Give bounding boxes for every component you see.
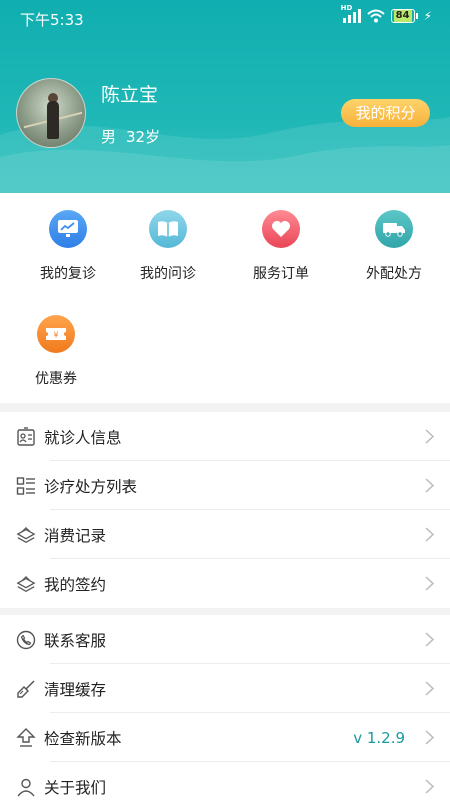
menu-item-patient-info[interactable]: 就诊人信息 bbox=[0, 412, 450, 461]
quick-action-label: 外配处方 bbox=[366, 266, 422, 282]
list-icon bbox=[16, 476, 36, 496]
my-points-button[interactable]: 我的积分 bbox=[341, 99, 430, 127]
avatar[interactable] bbox=[16, 78, 86, 148]
quick-action-coupons[interactable]: ¥ 优惠券 bbox=[0, 315, 112, 388]
quick-action-label: 优惠券 bbox=[35, 371, 77, 387]
menu-item-about-us[interactable]: 关于我们 bbox=[0, 762, 450, 800]
menu-item-label: 清理缓存 bbox=[44, 680, 107, 699]
profile-header: 下午5:33 HD 84 ⚡ 陈立宝 男 32岁 我的积分 bbox=[0, 0, 450, 193]
broom-icon bbox=[16, 679, 36, 699]
menu-item-prescription-list[interactable]: 诊疗处方列表 bbox=[0, 461, 450, 510]
upload-arrow-icon bbox=[16, 727, 36, 748]
chevron-right-icon bbox=[425, 632, 434, 647]
delivery-truck-icon bbox=[375, 210, 413, 248]
quick-action-label: 我的复诊 bbox=[40, 266, 96, 282]
menu-item-label: 关于我们 bbox=[44, 778, 107, 797]
quick-action-label: 我的问诊 bbox=[140, 266, 196, 282]
phone-icon bbox=[16, 630, 36, 650]
menu-item-purchase-history[interactable]: 消费记录 bbox=[0, 510, 450, 559]
quick-actions-grid: 我的复诊 我的问诊 服务订单 外配处方 ¥ 优惠券 bbox=[0, 193, 450, 403]
menu-item-label: 消费记录 bbox=[44, 526, 107, 545]
chevron-right-icon bbox=[425, 576, 434, 591]
cellular-signal-icon: HD bbox=[341, 4, 361, 23]
menu-item-contact-support[interactable]: 联系客服 bbox=[0, 615, 450, 664]
user-gender: 男 bbox=[101, 128, 117, 146]
user-icon bbox=[16, 777, 36, 797]
id-card-icon bbox=[16, 426, 36, 447]
user-name: 陈立宝 bbox=[101, 84, 159, 106]
stack-icon bbox=[16, 574, 36, 594]
menu-item-label: 我的签约 bbox=[44, 575, 107, 594]
quick-action-external-prescription[interactable]: 外配处方 bbox=[338, 210, 450, 283]
menu-item-clear-cache[interactable]: 清理缓存 bbox=[0, 664, 450, 713]
chevron-right-icon bbox=[425, 681, 434, 696]
user-meta: 男 32岁 bbox=[101, 126, 160, 147]
svg-text:¥: ¥ bbox=[53, 331, 58, 340]
wifi-icon bbox=[366, 9, 385, 23]
stack-icon bbox=[16, 525, 36, 545]
app-version: v 1.2.9 bbox=[353, 728, 405, 747]
battery-icon: 84 bbox=[390, 9, 418, 23]
menu-item-check-update[interactable]: 检查新版本 v 1.2.9 bbox=[0, 713, 450, 762]
monitor-chart-icon bbox=[49, 210, 87, 248]
menu-item-label: 就诊人信息 bbox=[44, 428, 122, 447]
menu-section-account: 就诊人信息 诊疗处方列表 消费记录 我的签约 bbox=[0, 412, 450, 608]
coupon-ticket-icon: ¥ bbox=[37, 315, 75, 353]
network-type: HD bbox=[340, 4, 353, 12]
chevron-right-icon bbox=[425, 527, 434, 542]
menu-item-label: 检查新版本 bbox=[44, 729, 122, 748]
chevron-right-icon bbox=[425, 429, 434, 444]
quick-action-follow-up[interactable]: 我的复诊 bbox=[12, 210, 124, 283]
menu-item-label: 诊疗处方列表 bbox=[44, 477, 138, 496]
status-bar: 下午5:33 HD 84 ⚡ bbox=[0, 0, 450, 36]
quick-action-label: 服务订单 bbox=[253, 266, 309, 282]
open-book-icon bbox=[149, 210, 187, 248]
quick-action-consultation[interactable]: 我的问诊 bbox=[112, 210, 224, 283]
quick-action-service-orders[interactable]: 服务订单 bbox=[225, 210, 337, 283]
battery-level: 84 bbox=[393, 10, 412, 22]
menu-item-label: 联系客服 bbox=[44, 631, 107, 650]
user-age: 32岁 bbox=[126, 128, 161, 146]
chevron-right-icon bbox=[425, 730, 434, 745]
chevron-right-icon bbox=[425, 779, 434, 794]
status-time: 下午5:33 bbox=[20, 11, 84, 29]
chevron-right-icon bbox=[425, 478, 434, 493]
menu-item-my-contracts[interactable]: 我的签约 bbox=[0, 559, 450, 608]
heart-icon bbox=[262, 210, 300, 248]
menu-section-settings: 联系客服 清理缓存 检查新版本 v 1.2.9 关于我们 bbox=[0, 615, 450, 800]
charging-icon: ⚡ bbox=[423, 9, 432, 23]
